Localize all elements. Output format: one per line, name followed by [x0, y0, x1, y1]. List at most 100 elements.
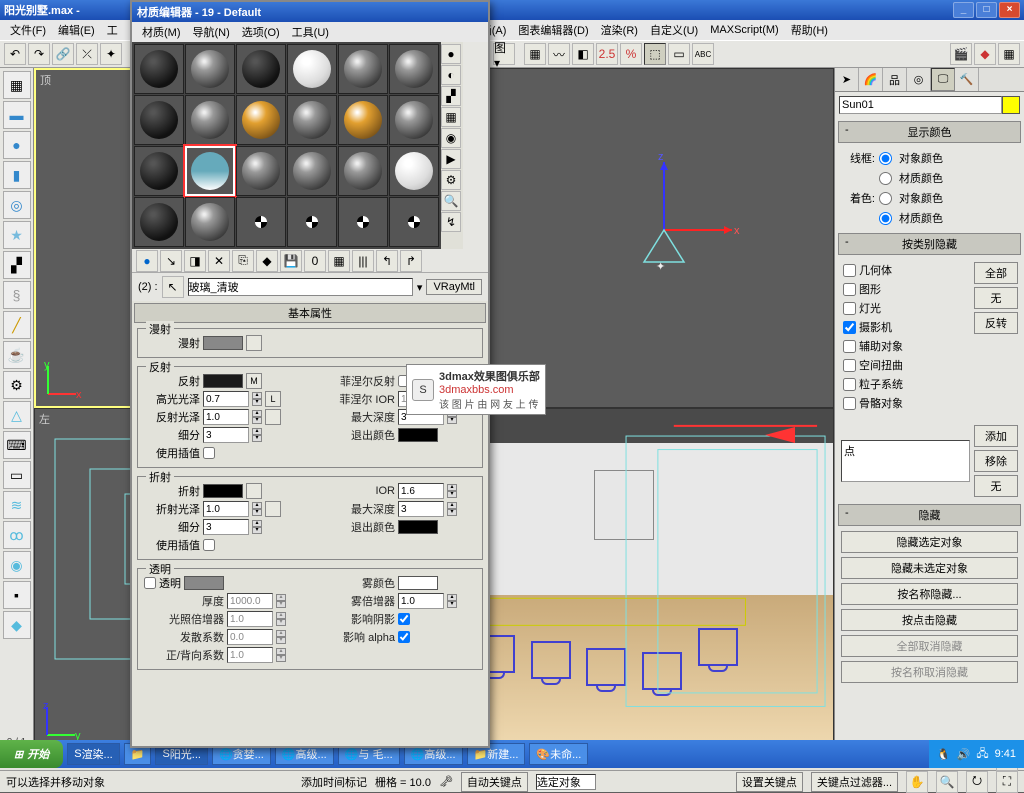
quick-render-icon[interactable]: ◆ [974, 43, 996, 65]
diffuse-color-swatch[interactable] [203, 336, 243, 350]
slot[interactable] [338, 95, 388, 145]
slot[interactable] [134, 44, 184, 94]
teapot-icon[interactable]: ☕ [3, 341, 31, 369]
make-preview-icon[interactable]: ▶ [441, 149, 461, 169]
cat-camera-check[interactable] [843, 321, 856, 334]
waves-icon[interactable]: ≋ [3, 491, 31, 519]
slot[interactable] [389, 146, 439, 196]
nav-orbit-icon[interactable]: ⭮ [966, 771, 988, 793]
slot[interactable] [287, 197, 337, 247]
unhide-all-button[interactable]: 全部取消隐藏 [841, 635, 1018, 657]
check-icon[interactable]: ▞ [3, 251, 31, 279]
transl-color-swatch[interactable] [184, 576, 224, 590]
pick-icon[interactable]: ↖ [162, 276, 184, 298]
shade-matcolor-radio[interactable] [879, 212, 892, 225]
slot[interactable] [236, 146, 286, 196]
cat-geom-check[interactable] [843, 264, 856, 277]
tab-objects-icon[interactable]: ▦ [3, 71, 31, 99]
nav-zoom-icon[interactable]: 🔍 [936, 771, 958, 793]
named-sel-icon[interactable]: ▭ [668, 43, 690, 65]
slot[interactable] [389, 44, 439, 94]
pts-add-button[interactable]: 添加 [974, 425, 1018, 447]
slot[interactable] [185, 95, 235, 145]
link-icon[interactable]: 🔗 [52, 43, 74, 65]
get-material-icon[interactable]: ● [136, 250, 158, 272]
menu-file[interactable]: 文件(F) [4, 22, 52, 38]
tab-utilities-icon[interactable]: 🔨 [955, 68, 979, 91]
abc-icon[interactable]: ABC [692, 43, 714, 65]
sample-uv-icon[interactable]: ▦ [441, 107, 461, 127]
undo-icon[interactable]: ↶ [4, 43, 26, 65]
refl-interp-check[interactable] [203, 447, 215, 459]
start-button[interactable]: ⊞开始 [0, 740, 63, 768]
reset-icon[interactable]: ✕ [208, 250, 230, 272]
slot[interactable] [287, 146, 337, 196]
hide-sel-button[interactable]: 隐藏选定对象 [841, 531, 1018, 553]
tab-hierarchy-icon[interactable]: 品 [883, 68, 907, 91]
close-button[interactable]: × [999, 2, 1020, 18]
slot[interactable] [236, 197, 286, 247]
task-item[interactable]: 🎨 未命... [529, 743, 588, 765]
put-to-scene-icon[interactable]: ↘ [160, 250, 182, 272]
refl-subdiv-spinner[interactable]: 3 [203, 427, 249, 443]
snap-angle-icon[interactable]: 2.5 [596, 43, 618, 65]
fog-mult-spinner[interactable]: 1.0 [398, 593, 444, 609]
pts-remove-button[interactable]: 移除 [974, 450, 1018, 472]
unhide-byname-button[interactable]: 按名称取消隐藏 [841, 661, 1018, 683]
slot[interactable] [338, 44, 388, 94]
cone-icon[interactable]: △ [3, 401, 31, 429]
hide-byhit-button[interactable]: 按点击隐藏 [841, 609, 1018, 631]
make-unique-icon[interactable]: ◆ [256, 250, 278, 272]
unlink-icon[interactable]: ⤫ [76, 43, 98, 65]
text-icon[interactable]: ⌨ [3, 431, 31, 459]
me-menu-tools[interactable]: 工具(U) [286, 24, 335, 40]
extra2-icon[interactable]: ◆ [3, 611, 31, 639]
view-dropdown[interactable]: 图 ▾ [493, 43, 515, 65]
refract-color-swatch[interactable] [203, 484, 243, 498]
slot[interactable] [389, 95, 439, 145]
shade-objcolor-radio[interactable] [879, 192, 892, 205]
reflect-color-swatch[interactable] [203, 374, 243, 388]
rglossy-spinner[interactable]: 1.0 [203, 409, 249, 425]
extra1-icon[interactable]: ▪ [3, 581, 31, 609]
cat-shape-check[interactable] [843, 283, 856, 296]
me-titlebar[interactable]: 材质编辑器 - 19 - Default [132, 2, 488, 22]
show-end-icon[interactable]: ||| [352, 250, 374, 272]
menu-maxscript[interactable]: MAXScript(M) [704, 24, 784, 36]
task-item[interactable]: S 渲染... [67, 743, 120, 765]
cat-light-check[interactable] [843, 302, 856, 315]
refl-exit-swatch[interactable] [398, 428, 438, 442]
viewport-front[interactable]: xz ✦ [434, 68, 834, 408]
tray-net-icon[interactable]: 🖧 [976, 745, 988, 764]
backlight-icon[interactable]: ◐ [441, 65, 461, 85]
bind-space-icon[interactable]: ✦ [100, 43, 122, 65]
plane-icon[interactable]: ▭ [3, 461, 31, 489]
line-icon[interactable]: ╱ [3, 311, 31, 339]
mat-map-nav-icon[interactable]: ↯ [441, 212, 461, 232]
render-last-icon[interactable]: ▦ [998, 43, 1020, 65]
me-menu-material[interactable]: 材质(M) [136, 24, 187, 40]
background-icon[interactable]: ▞ [441, 86, 461, 106]
menu-graph[interactable]: 图表编辑器(D) [512, 22, 594, 38]
mat-id-icon[interactable]: 0 [304, 250, 326, 272]
box-icon[interactable]: ▬ [3, 101, 31, 129]
cat-none-button[interactable]: 无 [974, 287, 1018, 309]
object-name-field[interactable] [839, 96, 1002, 114]
sphere-icon[interactable]: ● [3, 131, 31, 159]
menu-custom[interactable]: 自定义(U) [644, 22, 704, 38]
me-menu-nav[interactable]: 导航(N) [187, 24, 236, 40]
menu-render[interactable]: 渲染(R) [595, 22, 644, 38]
slot[interactable] [134, 95, 184, 145]
cat-warp-check[interactable] [843, 359, 856, 372]
autokey-button[interactable]: 自动关键点 [461, 772, 528, 792]
refr-subdiv-spinner[interactable]: 3 [203, 519, 249, 535]
cylinder-icon[interactable]: ▮ [3, 161, 31, 189]
slot[interactable] [185, 197, 235, 247]
cat-all-button[interactable]: 全部 [974, 262, 1018, 284]
tray-qq-icon[interactable]: 🐧 [937, 748, 951, 761]
tray-vol-icon[interactable]: 🔊 [957, 748, 971, 761]
fog-color-swatch[interactable] [398, 576, 438, 590]
slot[interactable] [287, 95, 337, 145]
tab-display-icon[interactable]: 🖵 [931, 68, 955, 91]
refr-exit-swatch[interactable] [398, 520, 438, 534]
